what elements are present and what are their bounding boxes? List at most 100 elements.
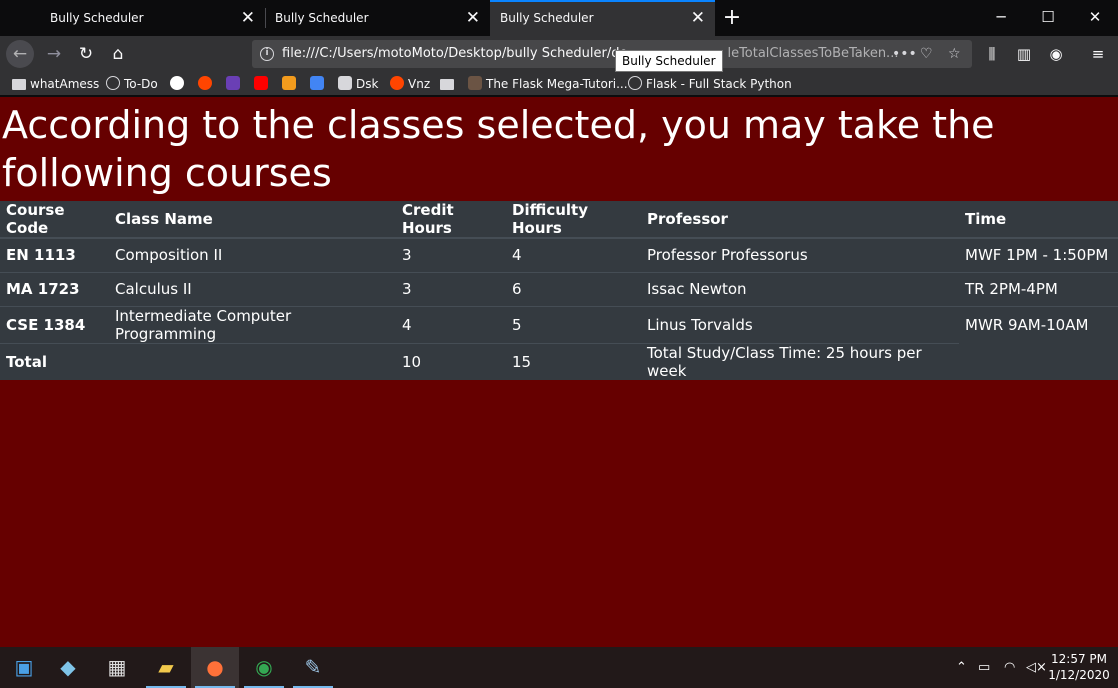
tab-3-active[interactable]: Bully Scheduler ✕: [490, 0, 715, 36]
credit-hours: 4: [396, 305, 506, 343]
class-name: Intermediate Computer Programming: [109, 305, 396, 343]
total-time-blank: [959, 343, 1118, 380]
class-name: Composition II: [109, 237, 396, 272]
taskbar-clock[interactable]: 12:57 PM 1/12/2020: [1044, 651, 1114, 683]
calculator-icon[interactable]: ▦: [93, 647, 141, 688]
pocket-icon[interactable]: ♡: [920, 40, 933, 68]
course-code: MA 1723: [0, 271, 109, 306]
google-icon: [170, 76, 184, 90]
url-text: file:///C:/Users/motoMoto/Desktop/bully …: [282, 46, 628, 61]
minimize-icon[interactable]: ─: [978, 0, 1024, 36]
total-label: Total: [0, 342, 109, 380]
firefox-icon[interactable]: ●: [191, 647, 239, 688]
close-window-icon[interactable]: ✕: [1072, 0, 1118, 36]
page-heading: According to the classes selected, you m…: [2, 103, 995, 195]
professor: Linus Torvalds: [641, 305, 959, 343]
tab-1[interactable]: Bully Scheduler ✕: [40, 0, 265, 36]
windows-taskbar: ▣ ◆ ▦ ▰ ● ◉ ✎ ⌃ ▭ ◠ ◁× 12:57 PM 1/12/202…: [0, 647, 1118, 688]
account-icon[interactable]: ◉: [1042, 40, 1070, 68]
bookmark-youtube[interactable]: [254, 75, 272, 93]
tab-tooltip: Bully Scheduler: [615, 50, 723, 72]
bookmark-vnz[interactable]: Vnz: [390, 75, 430, 93]
new-tab-button[interactable]: +: [720, 3, 744, 33]
site-info-icon[interactable]: i: [260, 47, 274, 61]
close-tab-icon[interactable]: ✕: [241, 0, 255, 36]
home-icon[interactable]: ⌂: [104, 40, 132, 68]
tab-title: Bully Scheduler: [275, 11, 369, 25]
total-blank: [109, 342, 396, 380]
sidebar-icon[interactable]: ▥: [1010, 40, 1038, 68]
bookmark-ar[interactable]: [226, 75, 244, 93]
header-difficulty-hours: Difficulty Hours: [506, 201, 641, 239]
bookmark-flask-mega-tutorial[interactable]: The Flask Mega-Tutori...: [468, 75, 628, 93]
reddit-icon: [198, 76, 212, 90]
total-credit-hours: 10: [396, 342, 506, 380]
library-icon[interactable]: ⫼: [978, 40, 1006, 68]
menu-icon[interactable]: ≡: [1084, 40, 1112, 68]
url-bar[interactable]: i file:///C:/Users/motoMoto/Desktop/bull…: [252, 40, 972, 68]
bookmark-translate[interactable]: [310, 75, 328, 93]
bookmark-folder[interactable]: [440, 75, 458, 93]
course-code: CSE 1384: [0, 305, 109, 343]
bookmark-star-icon[interactable]: ☆: [948, 40, 961, 68]
clock-date: 1/12/2020: [1048, 668, 1110, 682]
bookmark-flask-full-stack[interactable]: Flask - Full Stack Python: [628, 75, 792, 93]
drive-icon: [338, 76, 352, 90]
courses-table: Course Code Class Name Credit Hours Diff…: [0, 201, 1118, 380]
header-class-name: Class Name: [109, 201, 396, 239]
bookmark-whatamess[interactable]: whatAmess: [12, 75, 99, 93]
navigation-toolbar: ← → ↻ ⌂ i file:///C:/Users/motoMoto/Desk…: [0, 36, 1118, 72]
time: MWF 1PM - 1:50PM: [959, 237, 1118, 272]
bookmark-to-do[interactable]: To-Do: [106, 75, 158, 93]
paint-icon[interactable]: ✎: [289, 647, 337, 688]
task-view-icon[interactable]: ▣: [0, 647, 48, 688]
folder-icon: [12, 79, 26, 90]
bookmark-label: Flask - Full Stack Python: [646, 77, 792, 91]
page-actions-icon[interactable]: •••: [892, 40, 917, 68]
header-time: Time: [959, 201, 1118, 239]
reload-icon[interactable]: ↻: [72, 40, 100, 68]
page-content: According to the classes selected, you m…: [0, 97, 1118, 647]
credit-hours: 3: [396, 271, 506, 306]
bookmark-reddit[interactable]: [198, 75, 216, 93]
professor: Issac Newton: [641, 271, 959, 306]
forward-arrow-icon[interactable]: →: [40, 40, 68, 68]
notepad-icon[interactable]: ◆: [44, 647, 92, 688]
table-header-row: Course Code Class Name Credit Hours Diff…: [0, 201, 1118, 239]
folder-icon: [440, 79, 454, 90]
tab-title: Bully Scheduler: [500, 11, 594, 25]
credit-hours: 3: [396, 237, 506, 272]
maximize-icon[interactable]: ☐: [1025, 0, 1071, 36]
battery-icon[interactable]: ▭: [978, 647, 990, 688]
bookmark-label: The Flask Mega-Tutori...: [486, 77, 628, 91]
bookmark-google[interactable]: [170, 75, 188, 93]
time: MWR 9AM-10AM: [959, 305, 1118, 343]
bookmark-rss[interactable]: [282, 75, 300, 93]
header-credit-hours: Credit Hours: [396, 201, 506, 239]
youtube-icon: [254, 76, 268, 90]
course-code: EN 1113: [0, 237, 109, 272]
back-arrow-icon[interactable]: ←: [6, 40, 34, 68]
tab-bar: Bully Scheduler ✕ Bully Scheduler ✕ Bull…: [0, 0, 1118, 36]
wifi-icon[interactable]: ◠: [1004, 647, 1015, 688]
table-total-row: Total 10 15 Total Study/Class Time: 25 h…: [0, 342, 1118, 380]
header-course-code: Course Code: [0, 201, 109, 239]
table-row: EN 1113 Composition II 3 4 Professor Pro…: [0, 237, 1118, 272]
total-study-time: Total Study/Class Time: 25 hours per wee…: [641, 342, 959, 380]
tab-2[interactable]: Bully Scheduler ✕: [265, 0, 490, 36]
file-explorer-icon[interactable]: ▰: [142, 647, 190, 688]
show-hidden-icons-icon[interactable]: ⌃: [956, 647, 967, 688]
globe-icon: [106, 76, 120, 90]
rss-icon: [282, 76, 296, 90]
bookmark-dsk[interactable]: Dsk: [338, 75, 378, 93]
bookmark-label: To-Do: [124, 77, 158, 91]
translate-icon: [310, 76, 324, 90]
tab-title: Bully Scheduler: [50, 11, 144, 25]
close-tab-icon[interactable]: ✕: [466, 0, 480, 36]
table-row: CSE 1384 Intermediate Computer Programmi…: [0, 305, 1118, 343]
header-professor: Professor: [641, 201, 959, 239]
time: TR 2PM-4PM: [959, 271, 1118, 306]
reddit-icon: [390, 76, 404, 90]
chrome-icon[interactable]: ◉: [240, 647, 288, 688]
close-tab-icon[interactable]: ✕: [691, 2, 705, 34]
